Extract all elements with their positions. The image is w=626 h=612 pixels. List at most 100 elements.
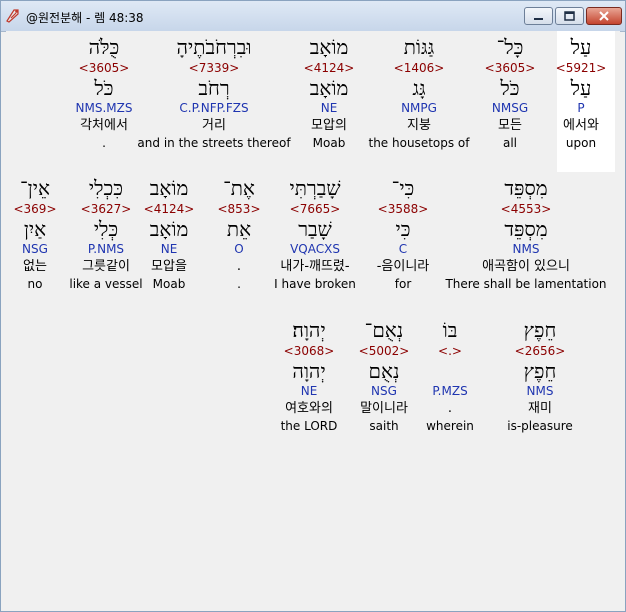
close-icon [587, 8, 621, 24]
lexical-form [420, 359, 480, 383]
korean-gloss: 지붕 [407, 118, 431, 133]
word-cell[interactable]: וּבִרְחֹבֹתֶיהָ <7339> רְחֹב C.P.NFP.FZS 거리 a… [134, 35, 294, 151]
morphology-code: P [577, 101, 585, 115]
hebrew-word: כִּי־ [391, 176, 415, 200]
english-gloss: wherein [426, 419, 474, 433]
hebrew-word: כָּל־ [496, 35, 524, 59]
word-cell[interactable]: כֻּלֹּה <3605> כֹּל NMS.MZS 각처에서. [59, 35, 149, 151]
word-cell[interactable]: בּוֹ <.> P.MZS. wherein [420, 318, 480, 434]
lexical-form: מוֹאָב [149, 217, 189, 241]
close-button[interactable] [586, 7, 622, 25]
english-gloss: Moab [312, 136, 346, 150]
korean-gloss: 모든 [498, 118, 522, 133]
english-gloss: upon [565, 136, 597, 150]
english-gloss: and in the streets thereof [137, 136, 291, 150]
analysis-view: עַל <5921> עַל P 에서와 upon כָּל־ <3605> כֹּל NMSG 모… [6, 31, 620, 607]
morphology-code: NMS.MZS [75, 101, 133, 115]
english-gloss: the LORD [280, 419, 338, 433]
word-cell[interactable]: עַל <5921> עַל P 에서와 upon [552, 35, 610, 151]
lexical-form: גָּג [412, 76, 426, 100]
word-cell[interactable]: כִּכְלִי <3627> כְּלִי P.NMS 그릇같이 like a vess… [66, 176, 146, 292]
english-gloss: is-pleasure [507, 419, 573, 433]
strong-number: <2656> [514, 344, 566, 358]
title-bar[interactable]: @원전분해 - 렘 48:38 [1, 1, 625, 32]
english-gloss: There shall be lamentation [445, 277, 607, 291]
word-cell[interactable]: כָּל־ <3605> כֹּל NMSG 모든 all [475, 35, 545, 151]
korean-gloss: 말이니라 [360, 401, 408, 416]
strong-number: <4124> [143, 202, 195, 216]
hebrew-word: כֻּלֹּה [88, 35, 120, 59]
word-cell[interactable]: נְאֻם־ <5002> נְאֻם NSG 말이니라 saith [349, 318, 419, 434]
english-gloss: Moab [152, 277, 186, 291]
morphology-code: VQACXS [290, 242, 340, 256]
korean-gloss: 내가-깨뜨렸- [280, 259, 350, 274]
english-gloss: for [394, 277, 412, 291]
hebrew-word: מוֹאָב [309, 35, 349, 59]
word-cell[interactable]: חֵפֶץ <2656> חֵפֶץ NMS 재미 is-pleasure [495, 318, 585, 434]
lexical-form: אֵת [226, 217, 252, 241]
minimize-button[interactable] [524, 7, 553, 25]
lexical-form: כְּלִי [93, 217, 119, 241]
strong-number: <1406> [393, 61, 445, 75]
word-cell[interactable]: אֵין־ <369> אַיִן NSG 없는 no [9, 176, 61, 292]
morphology-code: NE [160, 242, 178, 256]
lexical-form: עַל [570, 76, 592, 100]
korean-gloss: . [236, 259, 242, 274]
strong-number: <3605> [484, 61, 536, 75]
hebrew-word: שָׁבַרְתִּי [289, 176, 341, 200]
morphology-code: NMS [512, 242, 540, 256]
word-cell[interactable]: גַּגּוֹת <1406> גָּג NMPG 지붕 the housetops of [364, 35, 474, 151]
strong-number: <369> [13, 202, 57, 216]
english-gloss: I have broken [274, 277, 356, 291]
lexical-form: רְחֹב [198, 76, 230, 100]
strong-number: <3605> [78, 61, 130, 75]
hebrew-word: חֵפֶץ [523, 318, 557, 342]
window-title: @원전분해 - 렘 48:38 [26, 11, 144, 25]
morphology-code: NSG [22, 242, 48, 256]
hebrew-word: כִּכְלִי [88, 176, 124, 200]
word-cell[interactable]: שָׁבַרְתִּי <7665> שָׁבַר VQACXS 내가-깨뜨렸- I ha… [270, 176, 360, 292]
strong-number: <3627> [80, 202, 132, 216]
strong-number: <4553> [500, 202, 552, 216]
lexical-form: שָׁבַר [298, 217, 332, 241]
hebrew-word: אֶת־ [223, 176, 255, 200]
lexical-form: חֵפֶץ [523, 359, 557, 383]
morphology-code: NE [300, 384, 318, 398]
word-cell[interactable]: מוֹאָב <4124> מוֹאָב NE 모압의 Moab [294, 35, 364, 151]
korean-gloss: 애곡함이 있으니 [482, 259, 570, 274]
morphology-code: NMPG [401, 101, 437, 115]
morphology-code: NSG [371, 384, 397, 398]
strong-number: <4124> [303, 61, 355, 75]
minimize-icon [525, 8, 552, 24]
hebrew-word: וּבִרְחֹבֹתֶיהָ [176, 35, 252, 59]
english-gloss: . [237, 277, 241, 291]
maximize-button[interactable] [555, 7, 584, 25]
hebrew-word: גַּגּוֹת [403, 35, 435, 59]
korean-gloss: 모압의 [311, 118, 347, 133]
morphology-code: C.P.NFP.FZS [179, 101, 249, 115]
strong-number: <7339> [188, 61, 240, 75]
korean-gloss: 재미 [528, 401, 552, 416]
lexical-form: מוֹאָב [309, 76, 349, 100]
korean-gloss: 모압을 [151, 259, 187, 274]
morphology-code: C [398, 242, 408, 256]
word-cell[interactable]: יְהוָה׃ <3068> יְהוָה NE 여호와의 the LORD [269, 318, 349, 434]
hebrew-word: נְאֻם־ [364, 318, 404, 342]
hebrew-word: אֵין־ [20, 176, 50, 200]
lexical-form: אַיִן [23, 217, 47, 241]
korean-gloss: 여호와의 [285, 401, 333, 416]
strong-number: <853> [217, 202, 261, 216]
korean-gloss: . [447, 401, 453, 416]
word-cell[interactable]: אֶת־ <853> אֵת O.. [209, 176, 269, 292]
app-window: @원전분해 - 렘 48:38 עַל <5921> עַל P 에서와 upon כָּל… [0, 0, 626, 612]
strong-number: <.> [438, 344, 462, 358]
english-gloss: the housetops of [368, 136, 470, 150]
word-cell[interactable]: כִּי־ <3588> כִּי C -음이니라 for [368, 176, 438, 292]
lexical-form: נְאֻם [368, 359, 400, 383]
morphology-code: NE [320, 101, 338, 115]
korean-gloss: 없는 [23, 259, 47, 274]
word-cell[interactable]: מוֹאָב <4124> מוֹאָב NE 모압을 Moab [139, 176, 199, 292]
hebrew-word: עַל [570, 35, 592, 59]
word-cell[interactable]: מִסְפֵּד <4553> מִסְפֵּד NMS 애곡함이 있으니 There s… [441, 176, 611, 292]
strong-number: <3068> [283, 344, 335, 358]
